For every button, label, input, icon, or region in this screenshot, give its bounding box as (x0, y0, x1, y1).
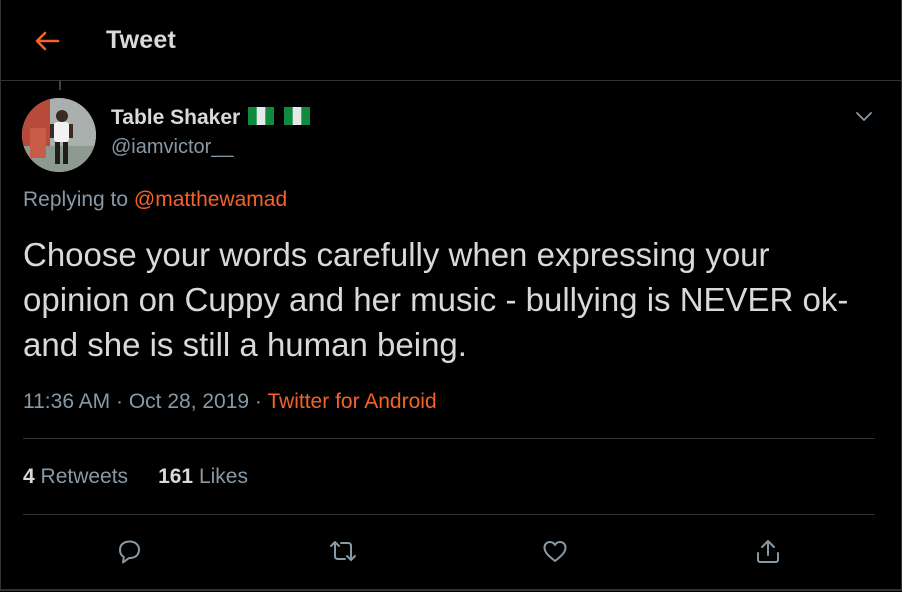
retweet-button[interactable] (326, 534, 360, 568)
likes-stat[interactable]: 161 Likes (158, 465, 248, 489)
likes-count: 161 (158, 465, 194, 488)
like-button[interactable] (538, 534, 572, 568)
avatar-image (22, 98, 96, 172)
tweet-source-link[interactable]: Twitter for Android (267, 390, 436, 413)
author-handle[interactable]: @iamvictor__ (111, 136, 234, 159)
divider (23, 514, 875, 515)
bottom-border (0, 589, 902, 590)
tweet-stats: 4 Retweets 161 Likes (23, 465, 278, 489)
page-header: Tweet (0, 0, 902, 81)
author-display-name[interactable]: Table Shaker (111, 106, 240, 130)
tweet-time[interactable]: 11:36 AM (23, 390, 110, 413)
avatar[interactable] (22, 98, 96, 172)
replying-to-link[interactable]: @matthewamad (134, 188, 287, 211)
page-title: Tweet (106, 26, 176, 54)
retweets-stat[interactable]: 4 Retweets (23, 465, 128, 489)
nigeria-flag-icon (284, 106, 311, 130)
replying-prefix: Replying to (23, 188, 134, 211)
retweet-icon (330, 541, 356, 561)
arrow-left-icon (35, 31, 60, 51)
replying-to-line: Replying to @matthewamad (23, 188, 287, 212)
tweet-text: Choose your words carefully when express… (23, 236, 849, 363)
chevron-down-icon (856, 112, 872, 121)
meta-separator: · (249, 390, 268, 413)
back-button[interactable] (30, 24, 64, 58)
share-button[interactable] (751, 534, 785, 568)
tweet-date[interactable]: Oct 28, 2019 (129, 390, 249, 413)
nigeria-flag-icon (248, 106, 275, 130)
thread-connector (59, 80, 61, 90)
meta-separator: · (110, 390, 129, 413)
share-icon (757, 540, 779, 563)
like-icon (543, 541, 567, 562)
tweet-metadata: 11:36 AM · Oct 28, 2019 · Twitter for An… (23, 390, 437, 414)
reply-icon (119, 540, 140, 564)
retweets-count: 4 (23, 465, 35, 488)
divider (23, 438, 875, 439)
likes-label: Likes (193, 465, 248, 488)
more-options-button[interactable] (850, 104, 878, 128)
retweets-label: Retweets (34, 465, 129, 488)
author-name-row[interactable]: Table Shaker (111, 106, 311, 130)
reply-button[interactable] (112, 534, 146, 568)
